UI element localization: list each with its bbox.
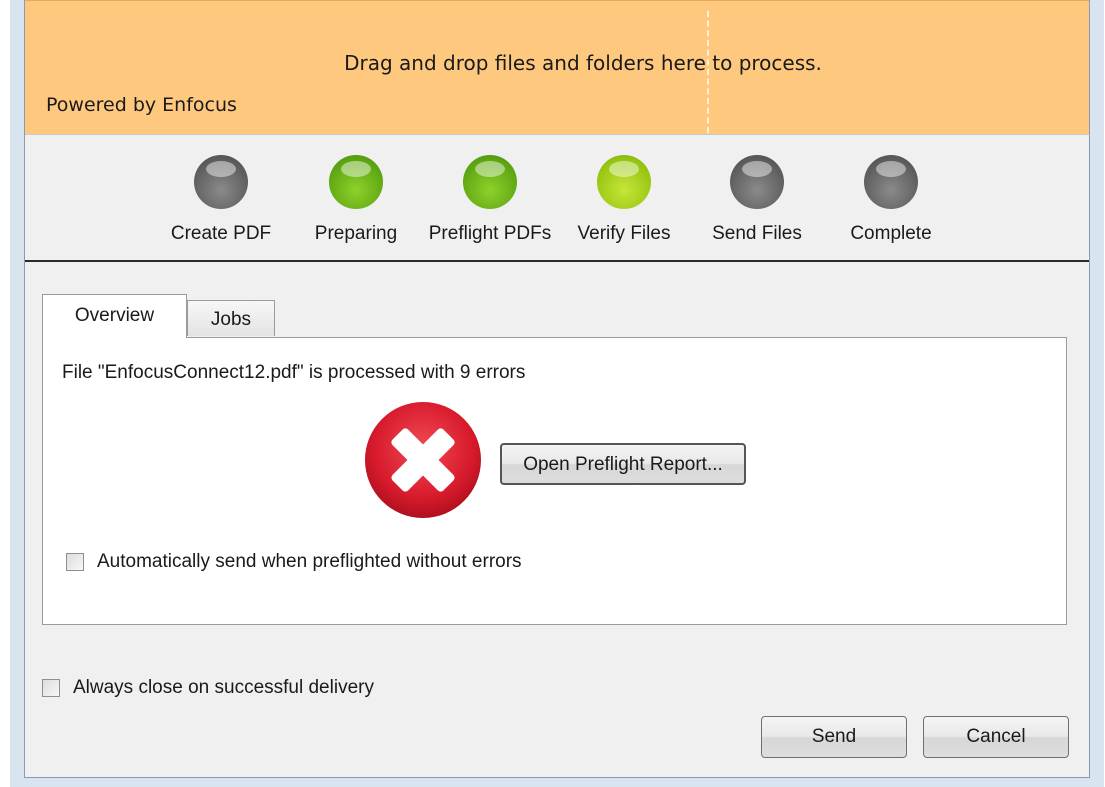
auto-send-option[interactable]: Automatically send when preflighted with… [66,551,522,573]
progress-steps: Create PDF Preparing Preflight PDFs Veri… [25,134,1089,262]
step-create-pdf: Create PDF [151,155,291,245]
overview-panel: File "EnfocusConnect12.pdf" is processed… [42,337,1067,625]
always-close-option[interactable]: Always close on successful delivery [42,677,374,699]
step-preparing: Preparing [286,155,426,245]
step-label: Create PDF [170,223,272,244]
status-message: File "EnfocusConnect12.pdf" is processed… [62,362,526,383]
window-frame: Drag and drop files and folders here to … [10,0,1104,787]
step-preflight-pdfs: Preflight PDFs [420,155,560,245]
always-close-checkbox[interactable] [42,679,60,697]
powered-by-label: Powered by Enfocus [46,94,237,116]
step-label: Preparing [314,223,398,244]
step-label: Complete [850,223,932,244]
error-icon [365,402,481,518]
step-send-files: Send Files [687,155,827,245]
step-verify-files: Verify Files [554,155,694,245]
step-indicator-icon [194,155,248,209]
step-indicator-icon [329,155,383,209]
drop-zone-message: Drag and drop files and folders here to … [344,51,822,75]
step-complete: Complete [821,155,961,245]
step-label: Verify Files [577,223,671,244]
step-indicator-icon [597,155,651,209]
auto-send-label: Automatically send when preflighted with… [97,551,522,572]
step-label: Send Files [712,223,802,244]
tab-overview[interactable]: Overview [42,294,187,338]
auto-send-checkbox[interactable] [66,553,84,571]
step-indicator-icon [463,155,517,209]
drop-zone[interactable]: Drag and drop files and folders here to … [25,0,1089,134]
always-close-label: Always close on successful delivery [73,677,374,698]
cancel-button[interactable]: Cancel [923,716,1069,758]
step-indicator-icon [864,155,918,209]
step-label: Preflight PDFs [428,223,552,244]
send-button[interactable]: Send [761,716,907,758]
tab-jobs[interactable]: Jobs [187,300,275,336]
dialog-body: Drag and drop files and folders here to … [24,0,1090,778]
step-indicator-icon [730,155,784,209]
open-preflight-report-button[interactable]: Open Preflight Report... [500,443,746,485]
